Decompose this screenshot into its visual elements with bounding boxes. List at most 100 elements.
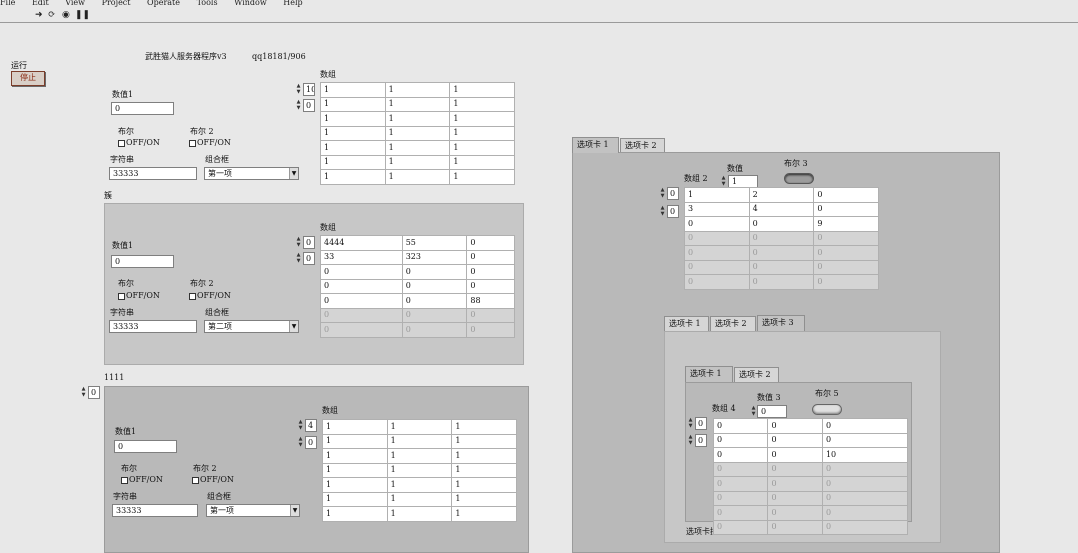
table-cell[interactable]: 1	[451, 419, 517, 435]
table-row[interactable]: 000	[712, 418, 909, 434]
row-index-field[interactable]: 10	[303, 83, 315, 96]
checkbox-icon[interactable]	[118, 139, 125, 147]
table-cell[interactable]: 10	[821, 447, 909, 463]
table-cell[interactable]: 9	[813, 216, 879, 232]
table-row-disabled[interactable]: 000	[712, 461, 909, 477]
table-row[interactable]: 0 0 10	[712, 447, 909, 463]
table-row[interactable]: 111	[322, 419, 517, 435]
table-row[interactable]: 000	[712, 432, 909, 448]
table-cell[interactable]: 1	[320, 111, 386, 127]
outer-tab-1[interactable]: 选项卡 1	[572, 137, 619, 153]
table-cell[interactable]: 2	[748, 187, 815, 203]
combo-box[interactable]: 第一项 ▼	[206, 504, 300, 517]
table-cell[interactable]: 1	[384, 125, 451, 141]
table-cell[interactable]: 0	[767, 519, 823, 535]
table-cell[interactable]: 1	[322, 506, 388, 522]
table-cell[interactable]: 1	[386, 448, 453, 464]
col-index-spinner-icon[interactable]: ▲ ▼	[295, 99, 302, 112]
table-row[interactable]: 111	[320, 125, 515, 141]
table-cell[interactable]: 1	[449, 154, 515, 170]
row-index-field[interactable]: 0	[667, 187, 679, 200]
stop-button[interactable]: 停止	[11, 71, 45, 86]
col-index-spinner-icon[interactable]: ▲ ▼	[687, 434, 694, 447]
table-cell[interactable]: 0	[821, 519, 909, 535]
mid-tab-2[interactable]: 选项卡 2	[710, 316, 756, 331]
combo-box[interactable]: 第一项 ▼	[204, 167, 299, 180]
table-cell[interactable]: 0	[712, 418, 769, 434]
col-index-field[interactable]: 0	[303, 252, 315, 265]
table-row-disabled[interactable]: 000	[684, 274, 879, 290]
bool5-toggle[interactable]	[812, 404, 842, 415]
table-cell[interactable]: 0	[767, 447, 823, 463]
table-cell[interactable]: 0	[320, 307, 403, 323]
table-cell[interactable]: 1	[451, 448, 517, 464]
menu-edit[interactable]: Edit	[32, 0, 49, 7]
table-cell[interactable]: 0	[320, 293, 403, 309]
table-cell[interactable]: 0	[821, 505, 909, 521]
table-cell[interactable]: 0	[748, 216, 815, 232]
outer-index-field[interactable]: 0	[88, 386, 100, 399]
checkbox-icon[interactable]	[189, 139, 196, 147]
table-cell[interactable]: 0	[320, 278, 403, 294]
table-cell[interactable]: 1	[322, 419, 388, 435]
table-cell[interactable]: 0	[767, 490, 823, 506]
inner-tab-2[interactable]: 选项卡 2	[734, 367, 779, 382]
table-cell[interactable]: 1	[322, 462, 388, 478]
bool-checkbox[interactable]: OFF/ON	[121, 475, 163, 485]
table-cell[interactable]: 88	[466, 293, 515, 309]
table-cell[interactable]: 1	[451, 477, 517, 493]
table-cell[interactable]: 0	[712, 505, 769, 521]
menu-file[interactable]: File	[0, 0, 15, 7]
table-cell[interactable]: 1	[449, 125, 515, 141]
menu-window[interactable]: Window	[234, 0, 267, 7]
table-cell[interactable]: 0	[320, 322, 403, 338]
row-index-field[interactable]: 0	[303, 236, 315, 249]
num1-field[interactable]: 0	[111, 102, 174, 115]
table-cell[interactable]: 1	[386, 419, 453, 435]
bool-checkbox[interactable]: OFF/ON	[118, 138, 160, 148]
menu-tools[interactable]: Tools	[197, 0, 218, 7]
table-cell[interactable]: 0	[401, 293, 468, 309]
table-cell[interactable]: 0	[748, 259, 815, 275]
table-cell[interactable]: 0	[813, 245, 879, 261]
table-cell[interactable]: 1	[320, 140, 386, 156]
num1-field[interactable]: 0	[114, 440, 177, 453]
col-index-spinner-icon[interactable]: ▲ ▼	[295, 252, 302, 265]
row-index-spinner-icon[interactable]: ▲ ▼	[297, 419, 304, 432]
table-cell[interactable]: 1	[449, 140, 515, 156]
table-cell[interactable]: 0	[466, 307, 515, 323]
col-index-field[interactable]: 0	[303, 99, 315, 112]
num1-field[interactable]: 0	[111, 255, 174, 268]
chevron-down-icon[interactable]: ▼	[290, 505, 299, 516]
table-row[interactable]: 120	[684, 187, 879, 203]
table-row[interactable]: 111	[320, 82, 515, 98]
table-cell[interactable]: 0	[684, 216, 750, 232]
table-cell[interactable]: 0	[320, 264, 403, 280]
table-row[interactable]: 340	[684, 201, 879, 217]
table-cell[interactable]: 1	[322, 491, 388, 507]
run-continuously-icon[interactable]: ⟳	[48, 10, 56, 20]
table-cell[interactable]: 0	[712, 490, 769, 506]
table-cell[interactable]: 0	[748, 230, 815, 246]
table-cell[interactable]: 1	[451, 433, 517, 449]
string-field[interactable]: 33333	[112, 504, 198, 517]
table-cell[interactable]: 0	[748, 274, 815, 290]
table-cell[interactable]: 0	[767, 476, 823, 492]
table-row-disabled[interactable]: 000	[684, 245, 879, 261]
checkbox-icon[interactable]	[118, 292, 125, 300]
bool2-checkbox[interactable]: OFF/ON	[189, 138, 231, 148]
table-cell[interactable]: 33	[320, 249, 403, 265]
table-cell[interactable]: 4444	[320, 235, 403, 251]
table-cell[interactable]: 0	[684, 230, 750, 246]
row-index-spinner-icon[interactable]: ▲ ▼	[295, 83, 302, 96]
checkbox-icon[interactable]	[192, 476, 199, 484]
table-row[interactable]: 009	[684, 216, 879, 232]
table-row[interactable]: 0 0 88	[320, 293, 515, 309]
num3-spinner-icon[interactable]: ▲ ▼	[750, 405, 757, 418]
inner-tab-1[interactable]: 选项卡 1	[685, 366, 733, 382]
table-cell[interactable]: 1	[451, 506, 517, 522]
menu-help[interactable]: Help	[283, 0, 302, 7]
string-field[interactable]: 33333	[109, 320, 197, 333]
combo-box[interactable]: 第二项 ▼	[204, 320, 299, 333]
bool2-checkbox[interactable]: OFF/ON	[192, 475, 234, 485]
